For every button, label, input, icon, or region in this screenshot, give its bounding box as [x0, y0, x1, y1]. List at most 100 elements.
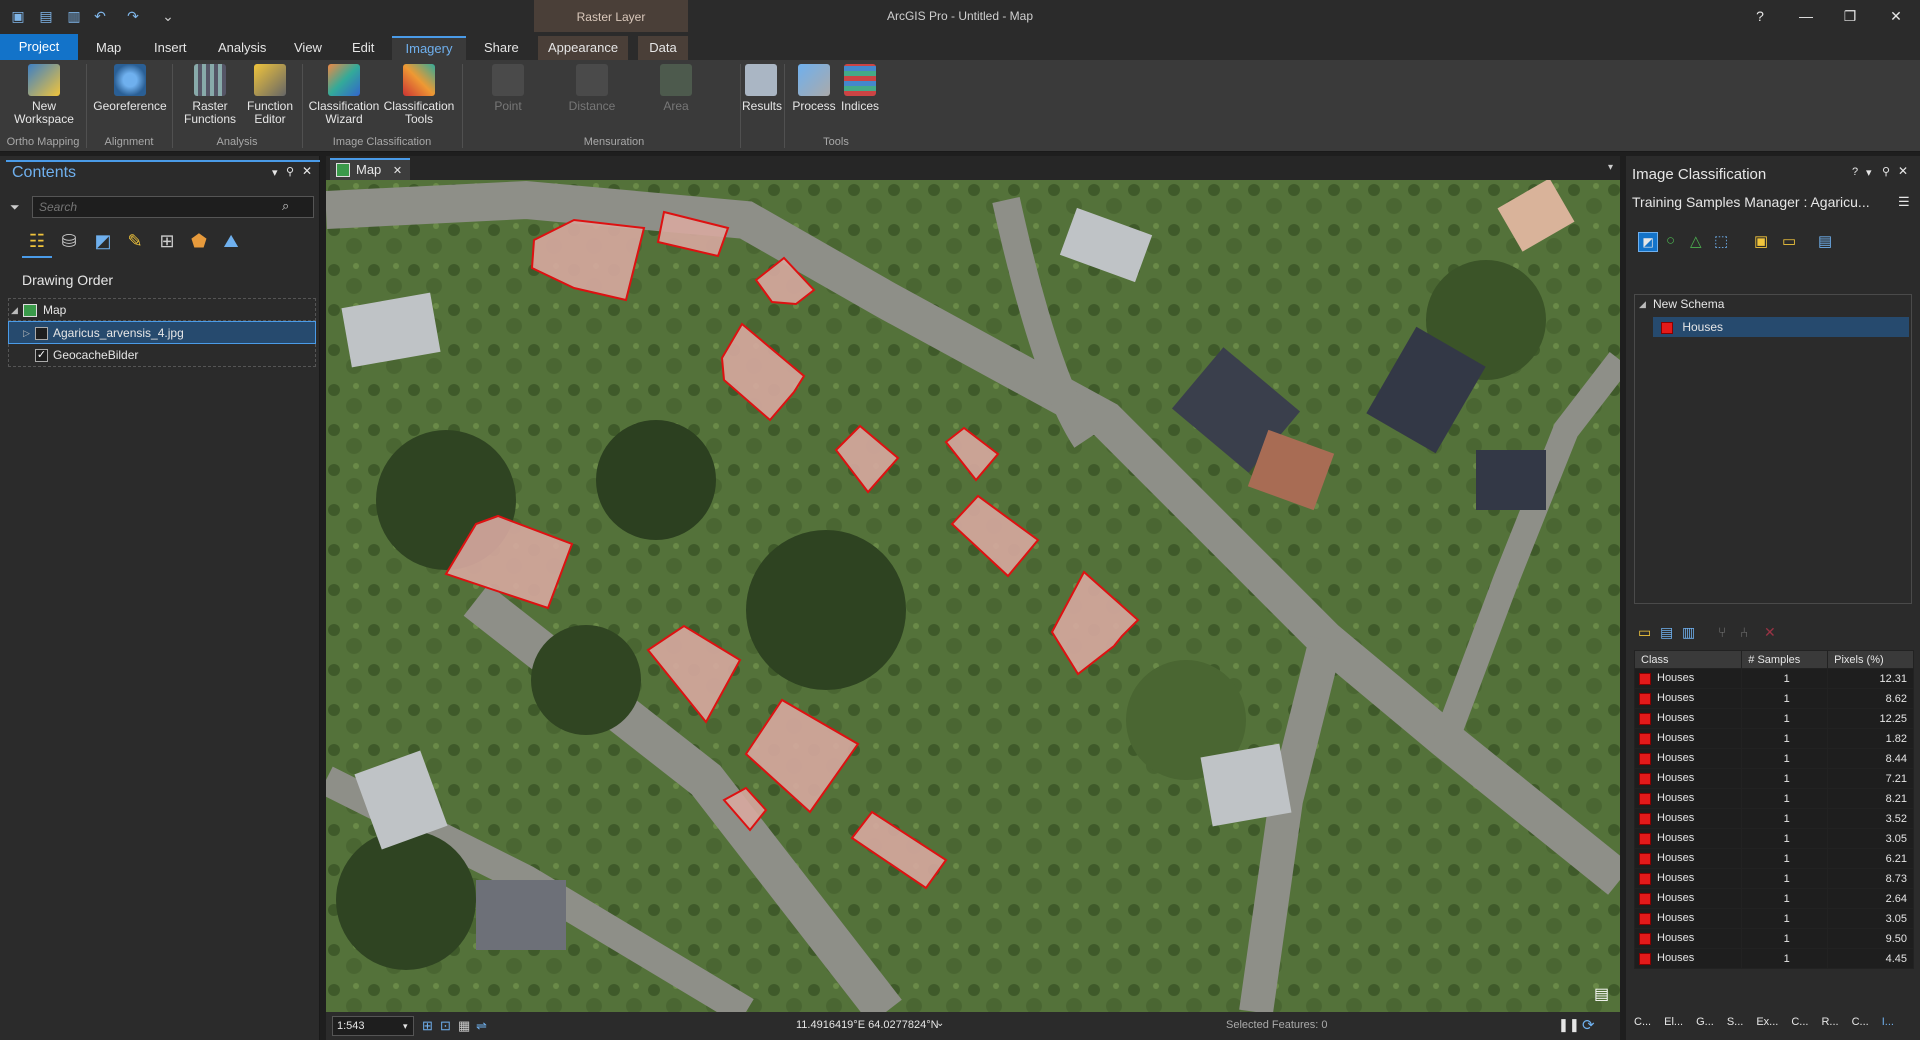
delete-icon[interactable]: ✕ [1764, 624, 1776, 641]
circle-tool-icon[interactable]: ○ [1666, 232, 1675, 249]
bottom-tab[interactable]: C... [1791, 1016, 1808, 1028]
results-button[interactable]: Results [742, 64, 782, 113]
list-by-perspective-icon[interactable]: ⛰ [220, 230, 242, 252]
open-samples-icon[interactable]: ▭ [1638, 624, 1651, 641]
collapse-icon[interactable]: ◢ [11, 299, 18, 321]
selected-features-count[interactable]: Selected Features: 0 [1226, 1019, 1328, 1031]
expand-icon[interactable]: ▷ [23, 322, 30, 344]
raster-functions-button[interactable]: Raster Functions [176, 64, 244, 126]
tab-view[interactable]: View [284, 36, 332, 60]
tab-insert[interactable]: Insert [144, 36, 197, 60]
column-header-pixels[interactable]: Pixels (%) [1827, 650, 1914, 669]
column-header-samples[interactable]: # Samples [1741, 650, 1829, 669]
tab-edit[interactable]: Edit [342, 36, 384, 60]
bottom-tab[interactable]: C... [1634, 1016, 1651, 1028]
collapse-icon[interactable]: ◢ [1639, 299, 1646, 310]
tree-map-node[interactable]: ◢ Map [8, 298, 316, 321]
freehand-tool-icon[interactable]: △ [1690, 232, 1702, 250]
rectangle-tool-icon[interactable]: ◩ [1638, 232, 1658, 252]
schema-class-houses[interactable]: Houses [1653, 317, 1909, 337]
coordinate-format-chevron-icon[interactable]: ⌄ [936, 1018, 944, 1029]
tab-project[interactable]: Project [0, 34, 78, 60]
table-row[interactable]: Houses 1 8.21 [1633, 788, 1914, 809]
table-row[interactable]: Houses 1 3.52 [1633, 808, 1914, 829]
close-map-tab-icon[interactable]: ✕ [393, 165, 402, 177]
layer-visibility-checkbox[interactable]: ✓ [35, 349, 48, 362]
bottom-tab[interactable]: G... [1696, 1016, 1714, 1028]
tab-map[interactable]: Map [86, 36, 131, 60]
bottom-tab[interactable]: El... [1664, 1016, 1683, 1028]
list-by-data-source-icon[interactable]: ⛁ [58, 230, 80, 252]
select-segment-tool-icon[interactable]: ⬚ [1714, 232, 1728, 250]
list-by-selection-icon[interactable]: ◩ [92, 230, 114, 252]
layer-visibility-checkbox[interactable] [35, 327, 48, 340]
minimize-button[interactable]: — [1796, 6, 1816, 26]
pin-icon[interactable]: ⚲ [1882, 165, 1890, 178]
contents-search-input[interactable] [32, 196, 314, 218]
function-editor-button[interactable]: Function Editor [240, 64, 300, 126]
classification-tools-button[interactable]: Classification Tools [380, 64, 458, 126]
tab-share[interactable]: Share [474, 36, 529, 60]
distance-button[interactable]: Distance [556, 64, 628, 113]
table-row[interactable]: Houses 1 8.44 [1633, 748, 1914, 769]
list-by-drawing-order-icon[interactable]: ☷ [26, 230, 48, 252]
close-pane-icon[interactable]: ✕ [1898, 164, 1908, 178]
search-icon[interactable]: ⌕ [282, 198, 289, 214]
restore-button[interactable]: ❐ [1840, 6, 1860, 26]
save-schema-icon[interactable]: ▤ [1818, 232, 1832, 250]
save-samples-as-icon[interactable]: ▥ [1682, 624, 1695, 641]
layer-row-geocachebilder[interactable]: ✓ GeocacheBilder [8, 344, 316, 367]
tab-analysis[interactable]: Analysis [208, 36, 276, 60]
table-row[interactable]: Houses 1 7.21 [1633, 768, 1914, 789]
table-row[interactable]: Houses 1 3.05 [1633, 908, 1914, 929]
table-row[interactable]: Houses 1 8.62 [1633, 688, 1914, 709]
help-button[interactable]: ? [1750, 6, 1770, 26]
map-notes-icon[interactable]: ▤ [1594, 984, 1609, 1004]
list-by-labeling-icon[interactable]: ⬟ [188, 230, 210, 252]
process-button[interactable]: Process [790, 64, 838, 113]
list-by-snapping-icon[interactable]: ⊞ [156, 230, 178, 252]
close-pane-icon[interactable]: ✕ [302, 164, 312, 178]
bottom-tab[interactable]: S... [1727, 1016, 1744, 1028]
grid-toggle-icon[interactable]: ⊞ [422, 1018, 433, 1034]
table-row[interactable]: Houses 1 12.31 [1633, 668, 1914, 689]
map-canvas[interactable]: ▤ [326, 180, 1620, 1012]
filter-icon[interactable]: ⏷ [10, 200, 20, 215]
tab-data[interactable]: Data [638, 36, 688, 60]
open-schema-icon[interactable]: ▭ [1782, 232, 1796, 250]
table-row[interactable]: Houses 1 3.05 [1633, 828, 1914, 849]
close-button[interactable]: ✕ [1886, 6, 1906, 26]
classification-wizard-button[interactable]: Classification Wizard [304, 64, 384, 126]
merge-icon[interactable]: ⑂ [1718, 624, 1726, 640]
bottom-tab[interactable]: I... [1882, 1016, 1894, 1028]
tab-appearance[interactable]: Appearance [538, 36, 629, 60]
bottom-tab[interactable]: R... [1821, 1016, 1838, 1028]
scale-selector[interactable]: 1:543 ▾ [332, 1016, 414, 1036]
layer-row-agaricus[interactable]: ▷ Agaricus_arvensis_4.jpg [8, 321, 316, 344]
fixed-extent-icon[interactable]: ▦ [458, 1018, 470, 1034]
table-row[interactable]: Houses 1 2.64 [1633, 888, 1914, 909]
constraints-icon[interactable]: ⇌ [476, 1018, 487, 1034]
area-button[interactable]: Area [646, 64, 706, 113]
new-workspace-button[interactable]: New Workspace [6, 64, 82, 126]
point-button[interactable]: Point [476, 64, 540, 113]
map-view-tab[interactable]: Map ✕ [330, 158, 411, 180]
georeference-button[interactable]: Georeference [90, 64, 170, 113]
bottom-tab[interactable]: Ex... [1756, 1016, 1778, 1028]
refresh-icon[interactable]: ⟳ [1582, 1016, 1595, 1034]
bottom-tab[interactable]: C... [1852, 1016, 1869, 1028]
pause-drawing-icon[interactable]: ❚❚ [1558, 1017, 1580, 1033]
table-row[interactable]: Houses 1 8.73 [1633, 868, 1914, 889]
split-icon[interactable]: ⑃ [1740, 624, 1748, 640]
table-row[interactable]: Houses 1 12.25 [1633, 708, 1914, 729]
table-row[interactable]: Houses 1 4.45 [1633, 948, 1914, 969]
view-menu-icon[interactable]: ▾ [1608, 162, 1613, 173]
column-header-class[interactable]: Class [1633, 650, 1743, 669]
pane-menu-icon[interactable]: ▾ [272, 166, 278, 179]
pane-menu-icon[interactable]: ▾ [1866, 166, 1872, 179]
indices-button[interactable]: Indices [840, 64, 880, 113]
list-by-editing-icon[interactable]: ✎ [124, 230, 146, 252]
table-row[interactable]: Houses 1 1.82 [1633, 728, 1914, 749]
options-menu-icon[interactable]: ☰ [1898, 194, 1910, 210]
save-samples-icon[interactable]: ▤ [1660, 624, 1673, 641]
